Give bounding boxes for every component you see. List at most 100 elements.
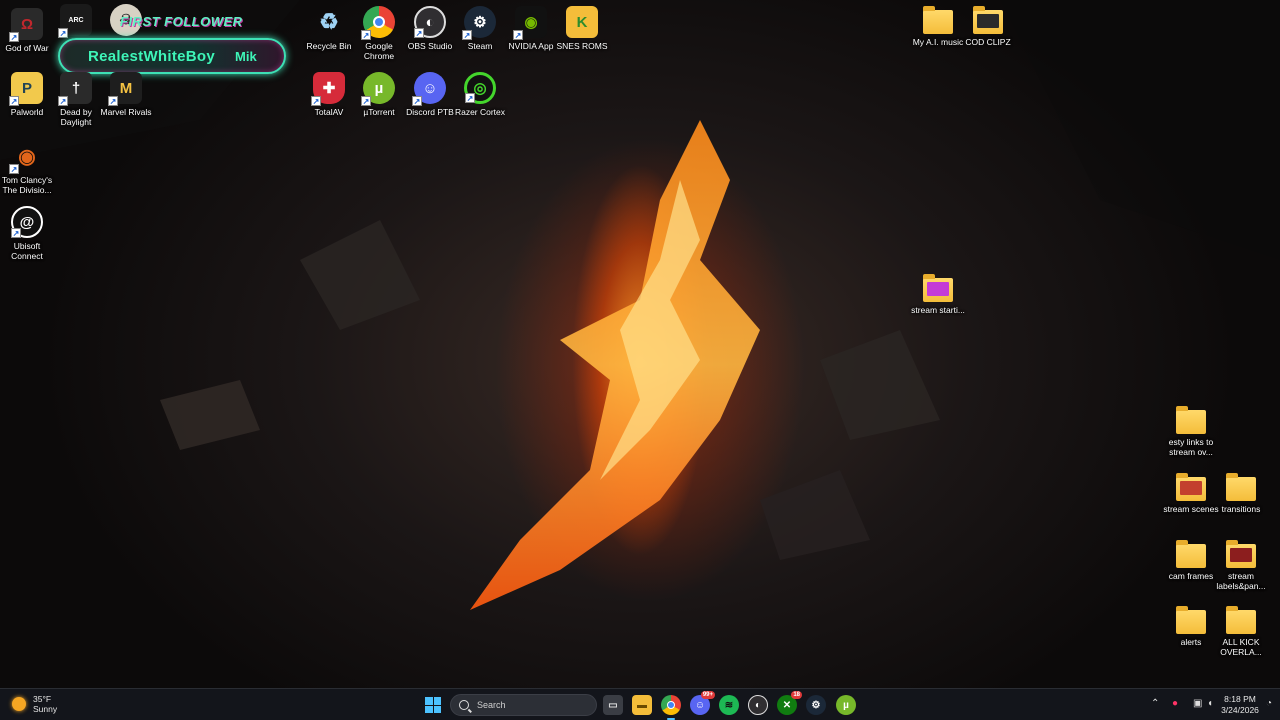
- desktop-icon-palworld[interactable]: P ↗ Palworld: [0, 72, 54, 117]
- desktop-folder-esty-links[interactable]: esty links to stream ov...: [1163, 406, 1219, 457]
- desktop-icon-label: Discord PTB: [406, 107, 454, 117]
- clock-date: 3/24/2026: [1221, 705, 1259, 715]
- desktop-icon-steam[interactable]: ⚙ ↗ Steam: [453, 6, 507, 51]
- taskbar-file-explorer[interactable]: ▬: [632, 695, 652, 715]
- taskbar-steam[interactable]: ⚙: [806, 695, 826, 715]
- discord-icon: ☺: [694, 699, 706, 711]
- desktop-icon-arc-raiders[interactable]: ARC ↗: [49, 4, 103, 38]
- desktop-icon-label: cam frames: [1168, 571, 1214, 581]
- desktop-icon-recycle-bin[interactable]: ♻ Recycle Bin: [302, 6, 356, 51]
- god-of-war-icon: Ω ↗: [9, 8, 43, 42]
- desktop-icon-snes-roms[interactable]: K SNES ROMS: [555, 6, 609, 51]
- search-label: Search: [477, 700, 506, 710]
- taskbar-spotify[interactable]: ≋: [719, 695, 739, 715]
- volume-icon[interactable]: ◖: [1207, 698, 1213, 709]
- desktop-icon-label: COD CLIPZ: [965, 37, 1011, 47]
- desktop-folder-stream-labels[interactable]: stream labels&pan...: [1213, 540, 1269, 591]
- taskbar-chrome[interactable]: [661, 695, 681, 720]
- discord-icon: ☺ ↗: [412, 72, 446, 106]
- chevron-up-icon[interactable]: ⌃: [1151, 698, 1159, 709]
- desktop-icon-marvel-rivals[interactable]: M ↗ Marvel Rivals: [99, 72, 153, 117]
- lava-rock-wallpaper-art: [0, 0, 1280, 610]
- desktop-icon-label: Palworld: [10, 107, 44, 117]
- nvidia-icon: ◉ ↗: [513, 6, 547, 40]
- desktop-icon-label: Razer Cortex: [454, 107, 506, 117]
- overlay-follower-name: RealestWhiteBoy: [88, 47, 216, 65]
- spotify-icon: ≋: [724, 699, 734, 711]
- start-button[interactable]: [425, 697, 441, 713]
- desktop-icon-label: God of War: [5, 43, 49, 53]
- desktop-icon-razer-cortex[interactable]: ◎ ↗ Razer Cortex: [453, 72, 507, 117]
- desktop-icon-label: ALL KICK OVERLA...: [1220, 637, 1262, 657]
- weather-widget[interactable]: 35°F Sunny: [12, 694, 57, 714]
- weather-desc: Sunny: [33, 704, 58, 714]
- desktop-folder-cod-clipz[interactable]: COD CLIPZ: [960, 6, 1016, 47]
- desktop-icon-obs-studio[interactable]: ◐ ↗ OBS Studio: [403, 6, 457, 51]
- overlay-title: FIRST FOLLOWER: [120, 14, 243, 29]
- desktop-icon-discord-ptb[interactable]: ☺ ↗ Discord PTB: [403, 72, 457, 117]
- system-clock[interactable]: 8:18 PM 3/24/2026: [1220, 694, 1260, 716]
- desktop-icon-nvidia-app[interactable]: ◉ ↗ NVIDIA App: [504, 6, 558, 51]
- desktop-folder-transitions[interactable]: transitions: [1213, 473, 1269, 514]
- taskbar-search[interactable]: Search: [450, 694, 597, 716]
- desktop-icon-utorrent[interactable]: µ ↗ µTorrent: [352, 72, 406, 117]
- desktop-icon-label: Marvel Rivals: [100, 107, 152, 117]
- desktop-icon-dead-by-daylight[interactable]: † ↗ Dead by Daylight: [49, 72, 103, 127]
- utorrent-icon: µ: [843, 699, 849, 711]
- network-icon[interactable]: ▣: [1193, 698, 1202, 709]
- desktop-folder-stream-starting[interactable]: stream starti...: [910, 274, 966, 315]
- desktop-icon-label: Tom Clancy's The Divisio...: [1, 175, 53, 195]
- desktop-icon-god-of-war[interactable]: Ω ↗ God of War: [0, 8, 54, 53]
- desktop-folder-alerts[interactable]: alerts: [1163, 606, 1219, 647]
- windows-logo-tile: [425, 697, 433, 705]
- folder-icon: [1226, 606, 1256, 634]
- folder-icon: [1226, 473, 1256, 501]
- overlay-follower-extra: Mik: [235, 48, 257, 64]
- sun-icon: [12, 697, 26, 711]
- folder-icon: [1176, 406, 1206, 434]
- desktop-icon-label: My A.I. music: [912, 37, 964, 47]
- taskbar-obs[interactable]: ◐: [748, 695, 768, 715]
- folder-icon: [973, 6, 1003, 34]
- windows-logo-tile: [433, 697, 441, 705]
- desktop-icon-label: Ubisoft Connect: [11, 241, 43, 261]
- windows-logo-tile: [425, 705, 433, 713]
- notification-bell-icon[interactable]: ◔: [1266, 698, 1272, 709]
- desktop-icon-the-division[interactable]: ◉ ↗ Tom Clancy's The Divisio...: [0, 140, 54, 196]
- chrome-icon: ↗: [361, 6, 395, 40]
- taskbar-utorrent[interactable]: µ: [836, 695, 856, 715]
- folder-icon: [1226, 540, 1256, 568]
- desktop-icon-label: SNES ROMS: [556, 41, 608, 51]
- desktop-icon-label: stream labels&pan...: [1216, 571, 1266, 591]
- weather-text: 35°F Sunny: [33, 694, 57, 714]
- desktop-icon-label: Steam: [467, 41, 493, 51]
- file-explorer-icon: ▬: [637, 699, 647, 711]
- razer-cortex-icon: ◎ ↗: [464, 72, 496, 104]
- desktop-folder-stream-scenes[interactable]: stream scenes: [1163, 473, 1219, 514]
- dead-by-daylight-icon: † ↗: [58, 72, 92, 106]
- taskbar: 35°F Sunny Search ▭ ▬ ☺ 99+ ≋ ◐ ✕ 18 ⚙ µ ⌃…: [0, 688, 1280, 720]
- desktop-icon-google-chrome[interactable]: ↗ Google Chrome: [352, 6, 406, 61]
- microphone-icon[interactable]: ●: [1172, 698, 1178, 709]
- taskbar-xbox[interactable]: ✕ 18: [777, 691, 802, 715]
- utorrent-icon: µ ↗: [361, 72, 395, 106]
- clock-time: 8:18 PM: [1224, 694, 1256, 704]
- desktop-icon-label: Google Chrome: [363, 41, 395, 61]
- xbox-icon: ✕: [782, 699, 792, 711]
- snes-folder-icon: K: [566, 6, 598, 38]
- desktop-icon-label: Dead by Daylight: [60, 107, 92, 127]
- desktop-folder-cam-frames[interactable]: cam frames: [1163, 540, 1219, 581]
- desktop-folder-my-ai-music[interactable]: My A.I. music: [910, 6, 966, 47]
- folder-icon: [1176, 473, 1206, 501]
- taskbar-task-view[interactable]: ▭: [603, 695, 623, 715]
- desktop-folder-all-kick-overlays[interactable]: ALL KICK OVERLA...: [1213, 606, 1269, 657]
- desktop-icon-label: µTorrent: [363, 107, 395, 117]
- folder-icon: [1176, 606, 1206, 634]
- ubisoft-connect-icon: @ ↗: [11, 206, 43, 238]
- desktop-icon-label: alerts: [1180, 637, 1202, 647]
- desktop-icon-totalav[interactable]: ✚ ↗ TotalAV: [302, 72, 356, 117]
- desktop-icon-label: esty links to stream ov...: [1168, 437, 1214, 457]
- desktop-icon-ubisoft-connect[interactable]: @ ↗ Ubisoft Connect: [0, 206, 54, 261]
- xbox-badge: 18: [791, 691, 802, 699]
- taskbar-discord[interactable]: ☺ 99+: [690, 691, 715, 715]
